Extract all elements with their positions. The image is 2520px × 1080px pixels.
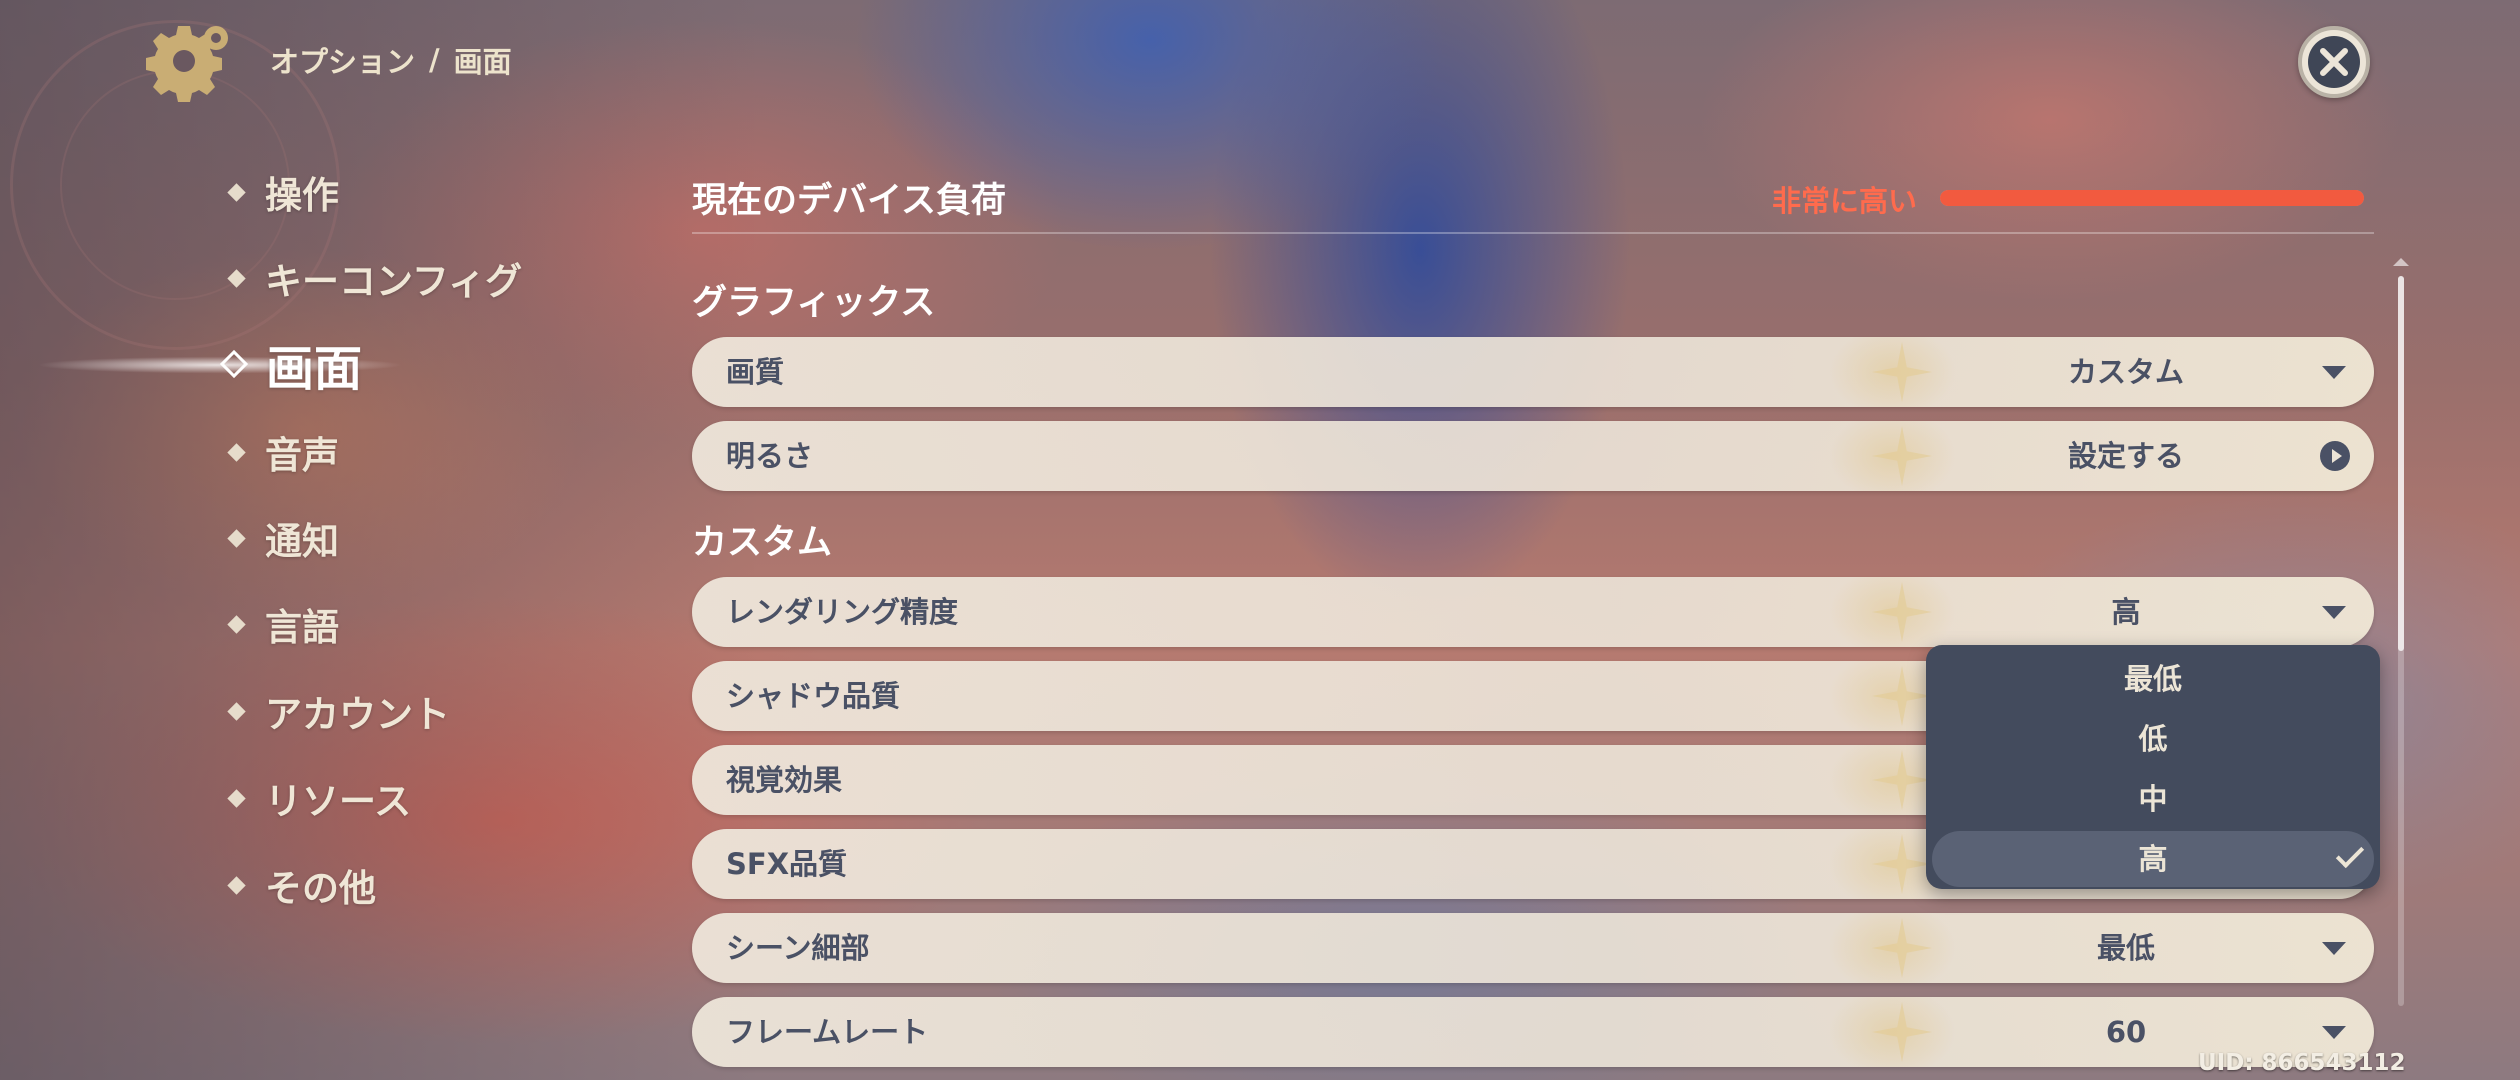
setting-value: カスタム (2067, 355, 2184, 389)
sidebar-item-label: 画面 (266, 341, 363, 397)
sidebar-item-notifications[interactable]: 通知 (227, 510, 339, 566)
sidebar-item-key-config[interactable]: キーコンフィグ (227, 250, 523, 306)
section-title-custom: カスタム (692, 523, 833, 563)
diamond-outline-icon (219, 349, 249, 379)
chevron-down-icon[interactable] (2322, 366, 2346, 379)
setting-label: 視覚効果 (726, 763, 843, 797)
setting-label: SFX品質 (726, 847, 848, 881)
setting-row-render-resolution[interactable]: レンダリング精度 高 (692, 577, 2374, 647)
setting-label: 画質 (726, 355, 785, 389)
dropdown-option-medium[interactable]: 中 (1932, 771, 2374, 827)
setting-value: 最低 (2096, 931, 2155, 965)
setting-label: フレームレート (726, 1015, 929, 1049)
dropdown-option-high[interactable]: 高 (1932, 831, 2374, 887)
render-resolution-dropdown: 最低 低 中 高 (1926, 645, 2380, 889)
gear-icon (146, 26, 228, 102)
setting-value: 設定する (2067, 439, 2184, 473)
close-button[interactable] (2298, 26, 2370, 98)
setting-row-quality[interactable]: 画質 カスタム (692, 337, 2374, 407)
chevron-down-icon[interactable] (2322, 1026, 2346, 1039)
close-icon (2308, 36, 2360, 88)
divider (692, 232, 2374, 234)
setting-row-frame-rate[interactable]: フレームレート 60 (692, 997, 2374, 1067)
setting-label: シーン細部 (726, 931, 870, 965)
sidebar-item-label: リソース (265, 780, 412, 823)
breadcrumb-parent[interactable]: オプション (270, 39, 415, 81)
breadcrumb: オプション / 画面 (270, 40, 512, 80)
check-icon (2335, 839, 2365, 869)
breadcrumb-current: 画面 (453, 45, 512, 79)
sidebar-item-label: その他 (265, 867, 376, 910)
dropdown-option-label: 高 (2138, 842, 2168, 876)
sidebar-item-label: 操作 (265, 174, 339, 217)
sidebar-item-controls[interactable]: 操作 (227, 164, 339, 220)
sidebar-item-account[interactable]: アカウント (227, 683, 450, 739)
sidebar-item-label: 音声 (265, 434, 339, 477)
sidebar-item-other[interactable]: その他 (227, 857, 376, 913)
device-load-title: 現在のデバイス負荷 (692, 181, 1006, 221)
diamond-icon (227, 268, 246, 288)
sidebar-item-label: アカウント (265, 693, 450, 736)
chevron-down-icon[interactable] (2322, 606, 2346, 619)
sidebar-item-resources[interactable]: リソース (227, 770, 412, 826)
sidebar-item-label: キーコンフィグ (265, 260, 523, 303)
sidebar-item-label: 通知 (265, 520, 339, 563)
setting-row-scene-detail[interactable]: シーン細部 最低 (692, 913, 2374, 983)
diamond-icon (227, 528, 246, 548)
device-load-bar-fill (1940, 190, 2364, 206)
diamond-icon (227, 442, 246, 462)
setting-row-brightness[interactable]: 明るさ 設定する (692, 421, 2374, 491)
diamond-icon (227, 875, 246, 895)
breadcrumb-separator: / (429, 43, 440, 77)
sidebar-item-label: 言語 (265, 606, 339, 649)
setting-value: 高 (2111, 595, 2141, 629)
diamond-icon (227, 701, 246, 721)
setting-label: レンダリング精度 (726, 595, 959, 629)
sidebar-item-language[interactable]: 言語 (227, 596, 339, 652)
arrow-right-circle-icon[interactable] (2320, 441, 2350, 471)
device-load-status: 非常に高い (1772, 184, 1918, 218)
sidebar-item-graphics[interactable]: 画面 (219, 336, 362, 397)
dropdown-option-lowest[interactable]: 最低 (1932, 651, 2374, 707)
device-load-bar (1940, 190, 2364, 206)
dropdown-option-low[interactable]: 低 (1932, 711, 2374, 767)
scroll-up-icon[interactable] (2393, 258, 2409, 266)
setting-label: シャドウ品質 (726, 679, 901, 713)
diamond-icon (227, 614, 246, 634)
diamond-icon (227, 788, 246, 808)
uid-label: UID: 866543112 (2198, 1050, 2406, 1076)
sidebar-item-audio[interactable]: 音声 (227, 424, 339, 480)
section-title-graphics: グラフィックス (692, 283, 936, 323)
setting-label: 明るさ (726, 439, 814, 473)
scrollbar-thumb[interactable] (2398, 276, 2404, 651)
chevron-down-icon[interactable] (2322, 942, 2346, 955)
diamond-icon (227, 182, 246, 202)
